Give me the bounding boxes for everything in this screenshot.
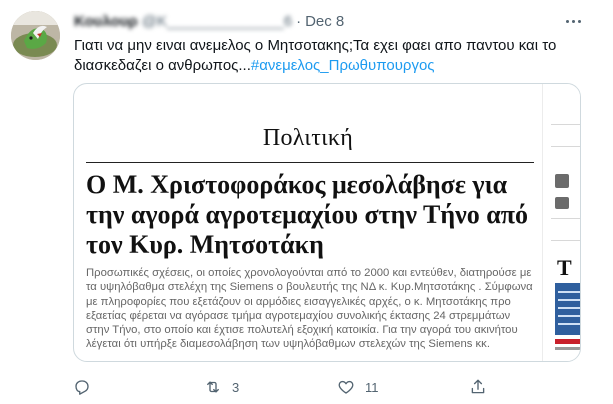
more-dots-icon[interactable]	[563, 12, 583, 30]
section-rule	[86, 162, 534, 163]
reply-button[interactable]	[73, 376, 91, 398]
sidebar-magazine-thumbnail: T	[553, 255, 580, 361]
hashtag-link[interactable]: #ανεμελος_Πρωθυπουργος	[251, 57, 435, 74]
tweet-date[interactable]: Dec 8	[305, 13, 344, 30]
tweet-actions: 3 11	[73, 376, 593, 398]
heart-icon	[338, 380, 354, 394]
retweet-count: 3	[232, 379, 240, 395]
reply-icon	[75, 380, 89, 395]
article-section: Πολιτική	[262, 125, 354, 151]
avatar[interactable]	[11, 11, 60, 60]
share-button[interactable]	[469, 376, 487, 398]
sidebar-icon	[555, 197, 569, 209]
retweet-icon	[207, 381, 219, 393]
like-button[interactable]: 11	[337, 376, 379, 398]
tweet[interactable]: Κουλουρ @Κ______________6 · Dec 8 Γιατι …	[0, 0, 613, 404]
article-screenshot: Πολιτική Ο Μ. Χριστοφοράκος μεσολάβησε γ…	[74, 84, 542, 361]
tweet-media-image[interactable]: Πολιτική Ο Μ. Χριστοφοράκος μεσολάβησε γ…	[73, 83, 581, 362]
article-body: Προσωπικές σχέσεις, οι οποίες χρονολογού…	[86, 267, 533, 351]
tweet-header: Κουλουρ @Κ______________6 · Dec 8	[74, 11, 344, 31]
tweet-text: Γιατι να μην ειναι ανεμελος ο Μητσοτακης…	[74, 36, 594, 76]
sidebar-icon	[555, 174, 569, 188]
retweet-button[interactable]: 3	[204, 376, 239, 398]
like-count: 11	[365, 379, 379, 395]
article-sidebar: T	[542, 84, 580, 361]
article-headline: Ο Μ. Χριστοφοράκος μεσολάβησε για την αγ…	[86, 170, 528, 259]
avatar-image	[11, 11, 60, 60]
share-icon	[471, 379, 485, 394]
author-handle[interactable]: @Κ______________6	[142, 13, 292, 30]
author-name[interactable]: Κουλουρ	[74, 13, 138, 30]
header-separator: ·	[296, 12, 302, 30]
sidebar-magazine-letter: T	[557, 255, 572, 280]
